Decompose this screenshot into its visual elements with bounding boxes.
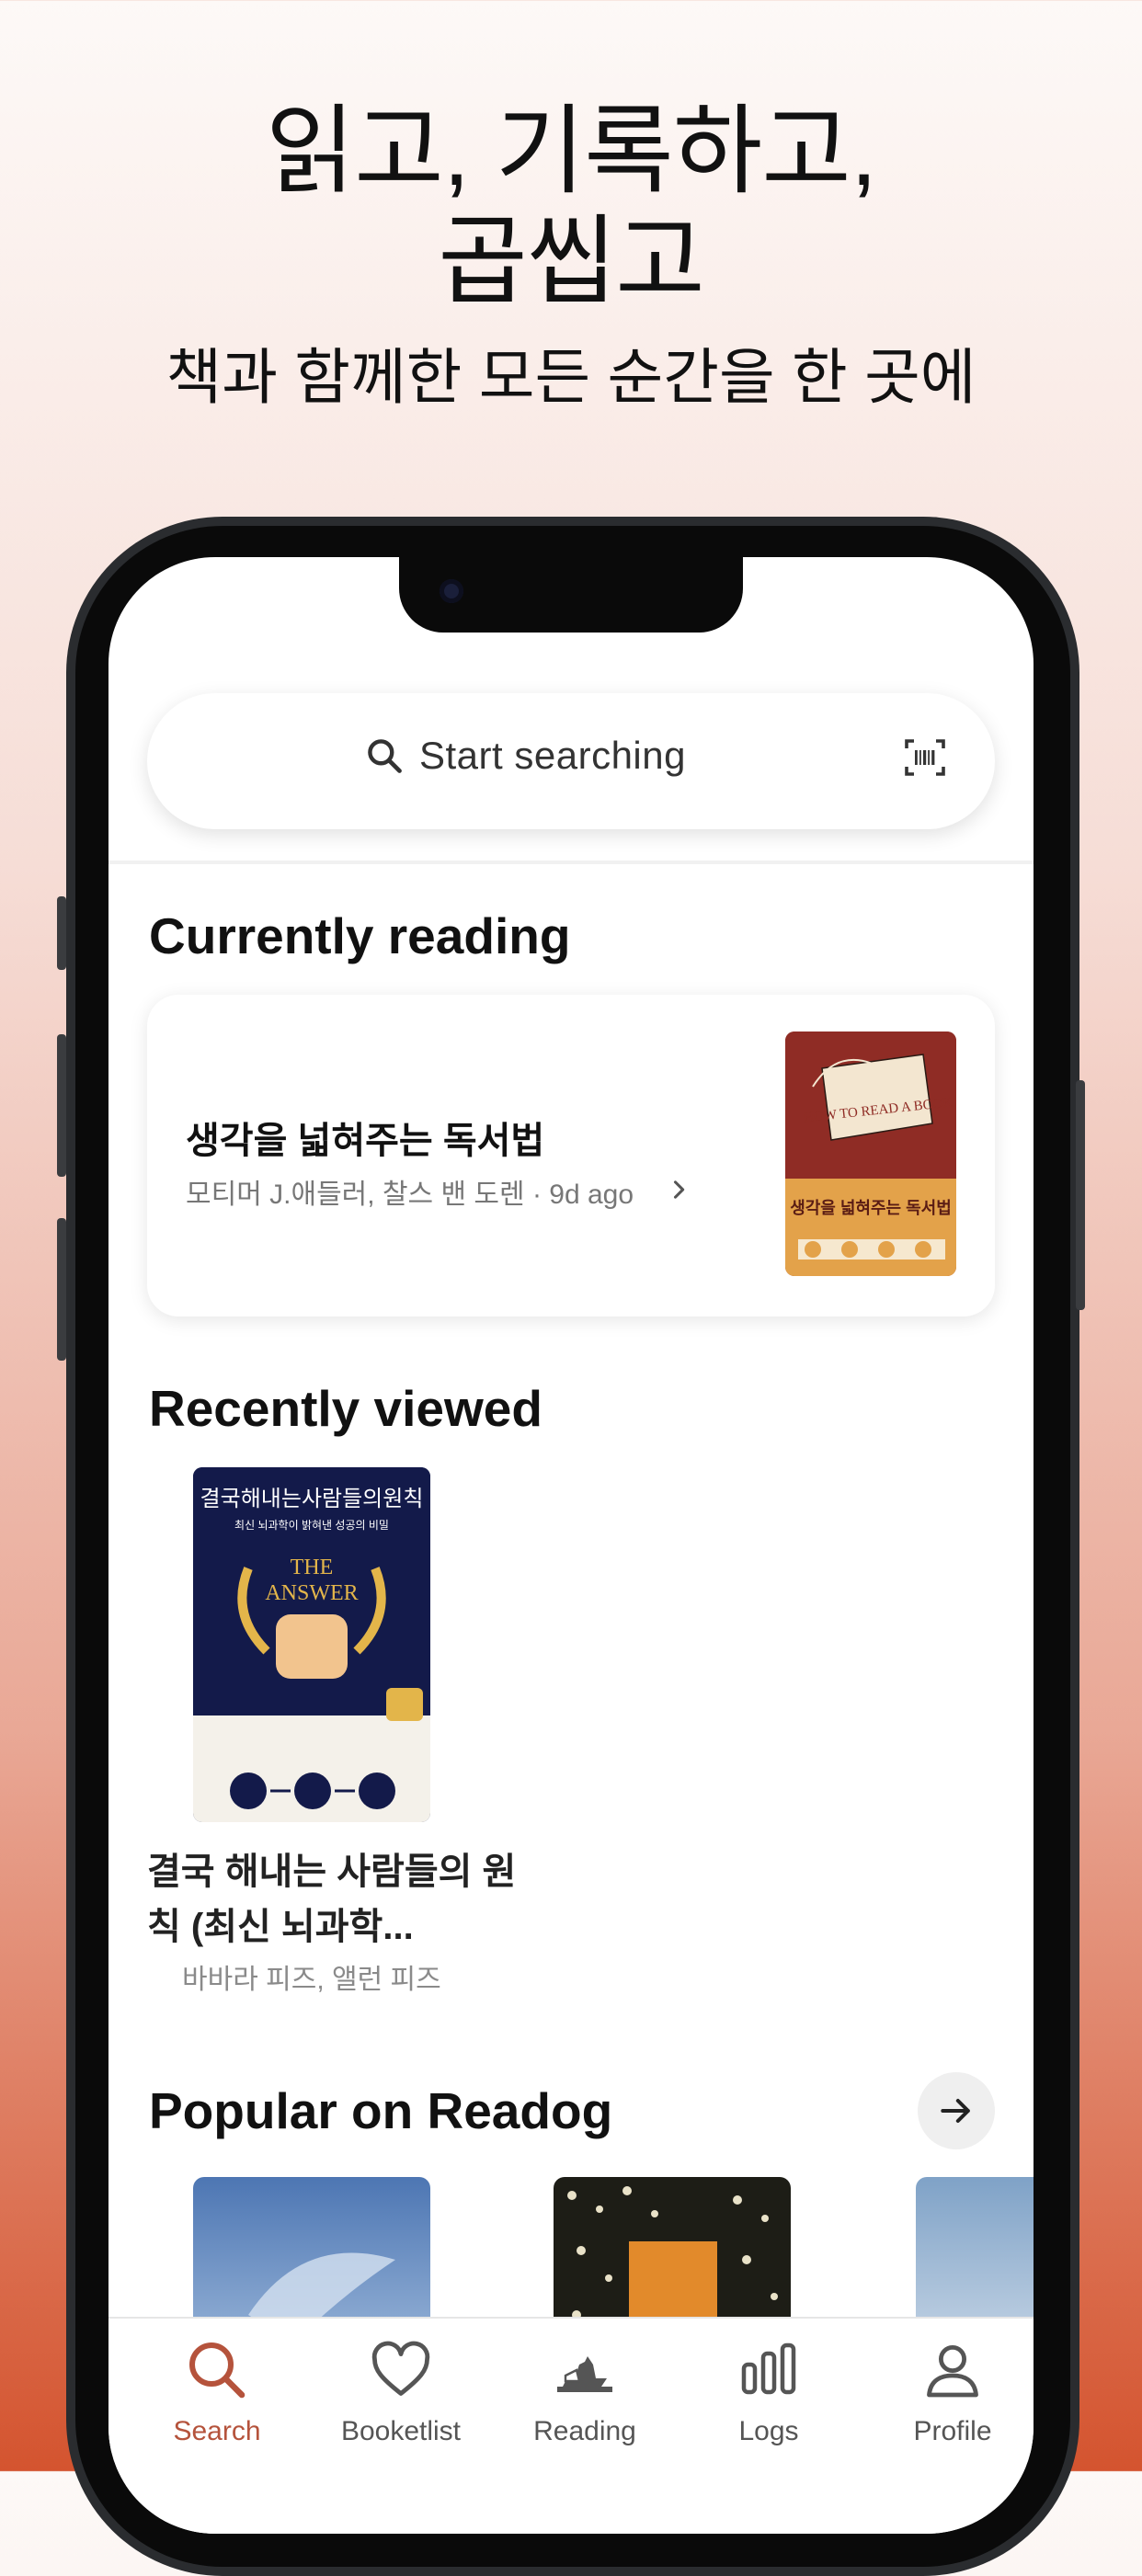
dog-reading-icon bbox=[557, 2356, 612, 2392]
phone-power-button bbox=[1076, 1080, 1085, 1310]
recent-book-author: 바바라 피즈, 앨런 피즈 bbox=[182, 1965, 441, 1995]
cover-title-en2: ANSWER bbox=[265, 1581, 359, 1605]
promo-subhead: 책과 함께한 모든 순간을 한 곳에 bbox=[166, 343, 976, 411]
tab-logs[interactable]: Logs bbox=[677, 2337, 861, 2447]
book-cover-illustration bbox=[785, 1032, 956, 1276]
search-input[interactable]: Start searching bbox=[419, 734, 686, 778]
current-book-cover[interactable]: HOW TO READ A BOOK 생각을 넓혀주는 독서법 bbox=[785, 1032, 956, 1276]
current-book-meta: 모티머 J.애들러, 찰스 밴 도렌 · 9d ago bbox=[186, 1180, 634, 1210]
cover-title-en1: THE bbox=[290, 1556, 334, 1579]
tab-label: Profile bbox=[913, 2416, 992, 2446]
tab-reading[interactable]: Reading bbox=[493, 2337, 677, 2447]
search-icon bbox=[189, 2342, 246, 2399]
cover-text-ko: 생각을 넓혀주는 독서법 bbox=[790, 1199, 952, 1217]
currently-reading-card[interactable]: 생각을 넓혀주는 독서법 모티머 J.애들러, 찰스 밴 도렌 · 9d ago… bbox=[147, 995, 995, 1316]
current-book-title: 생각을 넓혀주는 독서법 bbox=[186, 1121, 545, 1161]
tab-label: Booketlist bbox=[340, 2416, 462, 2446]
chevron-right-icon bbox=[673, 1180, 685, 1199]
tab-label: Search bbox=[173, 2416, 261, 2446]
cover-title-ko: 결국해내는사람들의원칙 bbox=[200, 1487, 424, 1511]
popular-title: Popular on Readog bbox=[149, 2082, 613, 2139]
phone-volume-up bbox=[57, 1034, 66, 1177]
tab-bar: Search Booketlist Reading Logs Profile bbox=[108, 2317, 1034, 2534]
recent-book-cover[interactable]: 결국해내는사람들의원칙 최신 뇌과학이 밝혀낸 성공의 비밀 THE ANSWE… bbox=[193, 1467, 430, 1822]
recently-viewed-title: Recently viewed bbox=[149, 1380, 542, 1437]
person-icon bbox=[927, 2345, 978, 2398]
search-icon bbox=[368, 739, 402, 773]
app-screen: Start searching Currently reading 생각을 넓혀… bbox=[108, 557, 1034, 2534]
phone-volume-down bbox=[57, 1218, 66, 1361]
popular-see-all-button[interactable] bbox=[918, 2072, 995, 2149]
tab-label: Logs bbox=[738, 2416, 799, 2446]
promo-headline: 읽고, 기록하고, 곱씹고 bbox=[0, 97, 1142, 317]
phone-notch bbox=[399, 557, 743, 633]
front-camera bbox=[440, 579, 463, 603]
tab-profile[interactable]: Profile bbox=[861, 2337, 1034, 2447]
search-bar[interactable]: Start searching bbox=[147, 693, 995, 829]
tab-label: Reading bbox=[533, 2416, 636, 2446]
currently-reading-title: Currently reading bbox=[149, 907, 571, 964]
heart-icon bbox=[371, 2341, 430, 2396]
phone-side-button bbox=[57, 896, 66, 970]
header-divider bbox=[108, 861, 1034, 864]
recent-book-title[interactable]: 결국 해내는 사람들의 원칙 (최신 뇌과학... bbox=[147, 1844, 533, 1955]
tab-search[interactable]: Search bbox=[125, 2337, 309, 2447]
cover-subtitle-ko: 최신 뇌과학이 밝혀낸 성공의 비밀 bbox=[234, 1519, 389, 1532]
bar-chart-icon bbox=[741, 2342, 796, 2395]
barcode-scan-icon[interactable] bbox=[903, 735, 947, 780]
promo-headline-line2: 곱씹고 bbox=[438, 208, 705, 316]
promo-headline-line1: 읽고, 기록하고, bbox=[265, 97, 877, 206]
tab-booketlist[interactable]: Booketlist bbox=[309, 2337, 493, 2447]
arrow-right-icon bbox=[941, 2098, 970, 2124]
